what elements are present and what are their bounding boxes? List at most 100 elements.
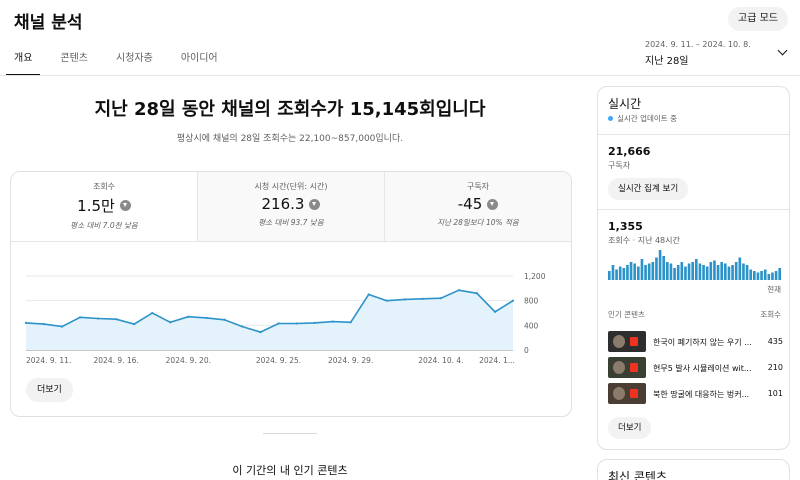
realtime-bar xyxy=(724,263,727,280)
realtime-bar xyxy=(709,262,713,280)
date-range-picker[interactable]: 2024. 9. 11. – 2024. 10. 8. 지난 28일 xyxy=(645,40,751,67)
x-tick-label: 2024. 9. 20. xyxy=(166,356,211,365)
latest-content-title: 최신 콘텐츠 xyxy=(608,470,668,480)
x-tick-label: 2024. 9. 11. xyxy=(26,356,71,365)
video-views: 101 xyxy=(767,389,783,398)
x-tick-label: 2024. 10. 4. xyxy=(418,356,463,365)
metrics-card: 조회수 1.5만 평소 대비 7.0천 낮음 시청 시간(단위: 시간) 216… xyxy=(10,171,572,417)
badge-icon xyxy=(630,363,638,372)
data-point[interactable] xyxy=(457,289,460,292)
metric-note: 평소 대비 7.0천 낮음 xyxy=(70,221,138,230)
realtime-bar xyxy=(742,263,745,280)
tab-overview[interactable]: 개요 xyxy=(0,44,46,76)
data-point[interactable] xyxy=(60,325,64,328)
latest-content-panel: 최신 콘텐츠 xyxy=(597,459,790,480)
subscriber-count: 21,666 xyxy=(608,145,651,158)
data-point[interactable] xyxy=(385,299,388,302)
realtime-bar xyxy=(637,266,640,280)
tab-ideas[interactable]: 아이디어 xyxy=(167,44,232,76)
realtime-bar xyxy=(745,265,749,280)
data-point[interactable] xyxy=(439,297,442,300)
realtime-bar xyxy=(629,262,633,280)
data-point[interactable] xyxy=(511,299,515,302)
realtime-bar xyxy=(774,271,778,280)
arrow-down-icon xyxy=(309,198,321,210)
realtime-bar xyxy=(676,265,680,280)
data-point[interactable] xyxy=(133,323,136,326)
data-point[interactable] xyxy=(24,321,28,324)
data-point[interactable] xyxy=(169,321,172,324)
realtime-bar xyxy=(644,265,647,280)
data-point[interactable] xyxy=(205,316,208,320)
realtime-bar xyxy=(669,263,673,280)
arrow-down-icon xyxy=(487,198,499,210)
chevron-down-icon[interactable] xyxy=(777,45,788,56)
data-point[interactable] xyxy=(223,318,226,321)
data-point[interactable] xyxy=(475,292,479,295)
realtime-bar xyxy=(705,266,709,280)
data-point[interactable] xyxy=(151,311,154,315)
tab-bar: 개요 콘텐츠 시청자층 아이디어 xyxy=(0,44,232,76)
data-point[interactable] xyxy=(79,316,82,319)
metric-value: -45 xyxy=(457,195,483,213)
realtime-bar-chart xyxy=(608,250,781,280)
section-divider xyxy=(263,433,317,434)
popular-video-row[interactable]: 현무5 발사 시뮬레이션 wit... 210 xyxy=(608,357,785,379)
data-point[interactable] xyxy=(313,321,316,324)
live-count-button[interactable]: 실시간 집계 보기 xyxy=(608,178,689,200)
subscriber-label: 구독자 xyxy=(608,161,631,170)
realtime-views-label: 조회수 · 지난 48시간 xyxy=(608,236,680,245)
data-point[interactable] xyxy=(115,318,118,321)
tab-content[interactable]: 콘텐츠 xyxy=(46,44,102,76)
video-views: 210 xyxy=(767,363,783,372)
metric-watch-time[interactable]: 시청 시간(단위: 시간) 216.3 평소 대비 93.7 낮음 xyxy=(198,172,385,241)
realtime-more-button[interactable]: 더보기 xyxy=(608,417,652,439)
data-point[interactable] xyxy=(421,297,424,300)
video-thumbnail xyxy=(608,331,646,352)
video-title: 한국이 폐기하지 않는 우기 ... xyxy=(653,338,752,347)
data-point[interactable] xyxy=(259,331,262,334)
realtime-bar xyxy=(698,263,702,280)
realtime-bar xyxy=(658,250,662,280)
data-point[interactable] xyxy=(277,322,280,325)
metric-value: 1.5만 xyxy=(77,197,115,215)
popular-video-row[interactable]: 한국이 폐기하지 않는 우기 ... 435 xyxy=(608,331,785,353)
summary-headline: 지난 28일 동안 채널의 조회수가 15,145회입니다 xyxy=(94,99,486,120)
tab-audience[interactable]: 시청자층 xyxy=(102,44,167,76)
data-point[interactable] xyxy=(331,320,334,323)
metric-value: 216.3 xyxy=(261,195,305,213)
metric-note: 평소 대비 93.7 낮음 xyxy=(258,218,324,227)
data-point[interactable] xyxy=(295,322,298,325)
data-point[interactable] xyxy=(241,325,244,328)
realtime-bar xyxy=(695,259,698,280)
data-point[interactable] xyxy=(403,298,406,301)
divider xyxy=(598,134,789,135)
realtime-bar xyxy=(608,271,611,280)
data-point[interactable] xyxy=(349,321,352,324)
metric-subscribers[interactable]: 구독자 -45 지난 28일보다 10% 적음 xyxy=(385,172,571,241)
realtime-bar xyxy=(680,262,684,280)
realtime-status: 실시간 업데이트 중 xyxy=(608,113,677,124)
summary-subline: 평상시에 채널의 28일 조회수는 22,100~857,000입니다. xyxy=(176,134,404,144)
y-tick-label: 800 xyxy=(524,297,539,306)
more-button[interactable]: 더보기 xyxy=(26,378,73,402)
realtime-bar xyxy=(618,266,622,280)
data-point[interactable] xyxy=(187,315,190,318)
realtime-bar xyxy=(684,266,687,280)
face-icon xyxy=(613,361,625,374)
data-point[interactable] xyxy=(493,310,497,313)
face-icon xyxy=(613,387,625,400)
data-point[interactable] xyxy=(97,317,100,320)
realtime-bar xyxy=(731,265,734,280)
advanced-mode-button[interactable]: 고급 모드 xyxy=(728,7,788,31)
x-tick-label: 2024. 9. 16. xyxy=(94,356,139,365)
realtime-bar xyxy=(611,265,615,280)
realtime-bar xyxy=(622,268,626,280)
metric-views[interactable]: 조회수 1.5만 평소 대비 7.0천 낮음 xyxy=(11,172,198,241)
badge-icon xyxy=(630,337,638,346)
popular-video-row[interactable]: 북한 땅굴에 대응하는 벙커... 101 xyxy=(608,383,785,405)
now-label: 현재 xyxy=(767,285,781,294)
data-point[interactable] xyxy=(367,293,370,296)
views-chart[interactable]: 0 400 800 1,200 2024. 9. 11. 2024. 9. 16. 2024… xyxy=(11,243,572,373)
data-point[interactable] xyxy=(42,323,46,326)
